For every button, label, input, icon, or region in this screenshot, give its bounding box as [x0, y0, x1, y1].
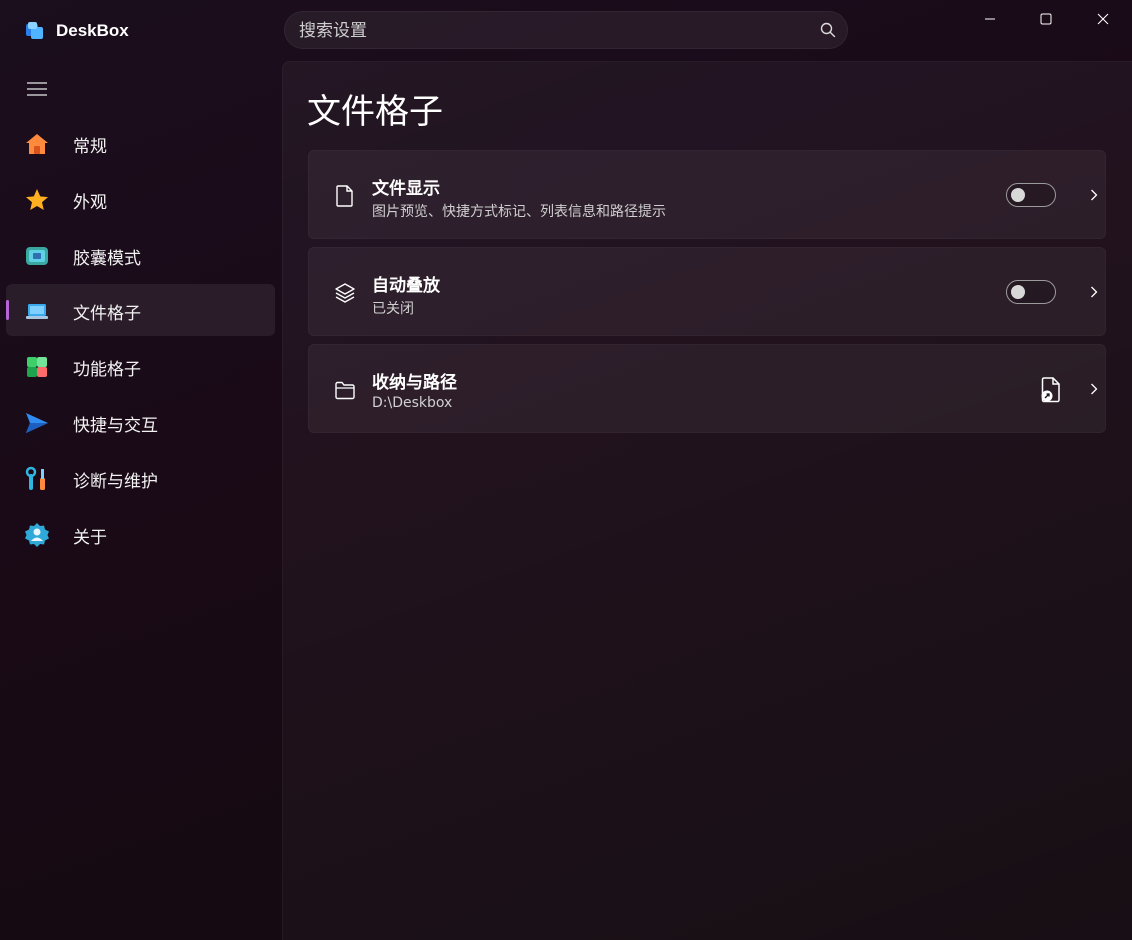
card-subtitle: 图片预览、快捷方式标记、列表信息和路径提示 [372, 204, 666, 220]
card-subtitle: D:\Deskbox [372, 395, 453, 411]
card-title: 自动叠放 [372, 276, 440, 296]
content-panel: 文件格子 文件显示 图片预览、快捷方式标记、列表信息和路径提示 自动叠放 已关闭 [282, 61, 1132, 940]
card-title: 文件显示 [372, 179, 440, 199]
chevron-right-icon[interactable] [1087, 382, 1101, 396]
sidebar-item-appearance[interactable]: 外观 [6, 173, 275, 225]
selection-indicator [6, 300, 9, 320]
sidebar-item-label: 常规 [73, 137, 107, 157]
maximize-button[interactable] [1018, 0, 1074, 38]
sidebar-item-label: 胶囊模式 [73, 249, 141, 269]
minimize-button[interactable] [962, 0, 1018, 38]
toggle-knob [1011, 188, 1025, 202]
setting-card-auto-stack[interactable]: 自动叠放 已关闭 [308, 247, 1106, 336]
hamburger-icon[interactable] [26, 80, 48, 98]
setting-card-storage-path[interactable]: 收纳与路径 D:\Deskbox [308, 344, 1106, 433]
file-display-toggle[interactable] [1006, 183, 1056, 207]
search-box[interactable] [284, 11, 848, 50]
sidebar-item-file-grid[interactable]: 文件格子 [6, 284, 275, 336]
minimize-icon [985, 18, 995, 20]
home-icon [26, 134, 48, 154]
about-icon [25, 523, 49, 547]
sidebar-item-label: 外观 [73, 193, 107, 213]
sidebar-nav: 常规 外观 胶囊模式 文件格子 功能格子 快捷与交互 诊断与维护 关于 [0, 60, 282, 940]
layers-icon [335, 283, 355, 303]
setting-card-file-display[interactable]: 文件显示 图片预览、快捷方式标记、列表信息和路径提示 [308, 150, 1106, 239]
search-icon[interactable] [820, 22, 836, 38]
auto-stack-toggle[interactable] [1006, 280, 1056, 304]
file-icon [336, 185, 353, 207]
sidebar-item-label: 功能格子 [73, 360, 141, 380]
capsule-icon [26, 247, 48, 265]
sidebar-item-diagnostics[interactable]: 诊断与维护 [6, 452, 275, 504]
page-title: 文件格子 [307, 92, 443, 132]
sidebar-item-shortcuts[interactable]: 快捷与交互 [6, 396, 275, 448]
laptop-icon [26, 304, 48, 319]
sidebar-item-general[interactable]: 常规 [6, 117, 275, 169]
app-logo-icon [26, 22, 43, 39]
sidebar-item-label: 诊断与维护 [73, 472, 158, 492]
chevron-right-icon[interactable] [1087, 285, 1101, 299]
maximize-icon [1040, 13, 1052, 25]
card-title: 收纳与路径 [372, 373, 457, 393]
chevron-right-icon[interactable] [1087, 188, 1101, 202]
open-file-location-icon[interactable] [1039, 376, 1063, 404]
card-subtitle: 已关闭 [372, 301, 414, 317]
folder-icon [335, 381, 355, 400]
sidebar-item-about[interactable]: 关于 [6, 508, 275, 560]
search-input[interactable] [297, 12, 801, 50]
title-bar: DeskBox [0, 0, 1132, 60]
close-button[interactable] [1075, 0, 1131, 38]
toggle-knob [1011, 285, 1025, 299]
sidebar-item-label: 快捷与交互 [73, 416, 158, 436]
sidebar-item-function-grid[interactable]: 功能格子 [6, 340, 275, 392]
close-icon [1097, 13, 1109, 25]
sidebar-item-capsule-mode[interactable]: 胶囊模式 [6, 229, 275, 281]
send-icon [26, 413, 48, 433]
tools-icon [25, 466, 45, 490]
star-icon [26, 189, 48, 210]
sidebar-item-label: 关于 [73, 528, 107, 548]
grid-icon [27, 357, 47, 377]
app-title: DeskBox [56, 21, 129, 40]
sidebar-item-label: 文件格子 [73, 304, 141, 324]
